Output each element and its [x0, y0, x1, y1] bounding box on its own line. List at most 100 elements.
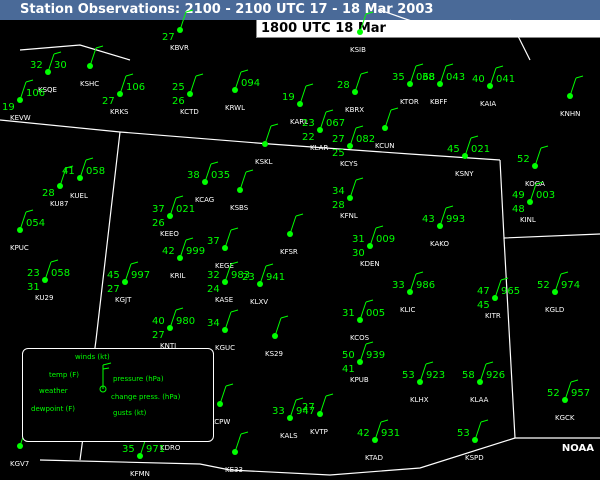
- wind-barb: [384, 109, 392, 129]
- wind-barb: [319, 395, 327, 415]
- dewpoint: 27: [107, 284, 120, 295]
- temperature: 38: [187, 170, 200, 181]
- wind-barb-flag: [495, 65, 504, 69]
- station-kaia: 40 041 KAIA: [472, 65, 515, 108]
- wind-barb-flag: [415, 63, 424, 67]
- station-kfnl: 34 28KFNL: [332, 177, 364, 220]
- temperature: 42: [357, 428, 370, 439]
- station-id: KFSR: [280, 248, 298, 256]
- temperature: 23: [242, 272, 255, 283]
- pressure: 003: [536, 190, 555, 201]
- pressure: 974: [561, 280, 580, 291]
- station-id: KS29: [265, 350, 283, 358]
- dewpoint: 28: [42, 188, 55, 199]
- pressure: 054: [26, 218, 45, 229]
- temperature: 52: [537, 280, 550, 291]
- temperature: 31: [342, 308, 355, 319]
- wind-barb-flag: [225, 383, 234, 387]
- wind-barb-flag: [560, 271, 569, 275]
- station-kbff: 38 043 KBFF: [422, 63, 465, 106]
- station-kctd: 25 26KCTD: [172, 73, 204, 116]
- wind-barb-flag: [500, 277, 509, 281]
- station-kden: 31 30 009 KDEN: [352, 225, 395, 268]
- temperature: 40: [152, 316, 165, 327]
- station-id: KPUB: [350, 376, 369, 384]
- station-klhx: 53 923 KLHX: [402, 361, 445, 404]
- station-id: KU29: [35, 294, 53, 302]
- pressure: 106: [26, 88, 45, 99]
- station-id: KEEO: [160, 230, 179, 238]
- station-id: KPUC: [10, 244, 29, 252]
- wind-barb: [354, 73, 362, 93]
- station-kcos: 31 005 KCOS: [342, 299, 385, 342]
- temperature: 27: [332, 134, 345, 145]
- wind-barb-flag: [570, 379, 579, 383]
- station-kskl: KSKL: [255, 123, 279, 166]
- station-id: KLHX: [410, 396, 429, 404]
- wind-barb-flag: [575, 75, 584, 79]
- station-ku29: 23 31 058 KU29: [27, 259, 70, 302]
- station-id: KGV7: [10, 460, 29, 468]
- station-id: KASE: [215, 296, 233, 304]
- dewpoint: 27: [102, 96, 115, 107]
- pressure: 058: [51, 268, 70, 279]
- temperature: 53: [457, 428, 470, 439]
- wind-barb-flag: [380, 419, 389, 423]
- pressure: 941: [266, 272, 285, 283]
- wind-barb-flag: [130, 261, 139, 265]
- temperature: 23: [27, 268, 40, 279]
- temperature: 50: [342, 350, 355, 361]
- wind-barb-flag: [50, 259, 59, 263]
- temperature: 34: [332, 186, 345, 197]
- wind-barb-flag: [365, 341, 374, 345]
- wind-barb-flag: [470, 135, 479, 139]
- station-id: KINL: [520, 216, 536, 224]
- station-id: KLAR: [310, 144, 328, 152]
- wind-barb-flag: [375, 225, 384, 229]
- wind-barb: [299, 85, 307, 105]
- wind-barb-flag: [355, 177, 364, 181]
- wind-barb-flag: [210, 161, 219, 165]
- station-ksib: KSIB: [350, 11, 374, 54]
- temperature: 32: [30, 60, 43, 71]
- dewpoint: 27: [162, 32, 175, 43]
- temperature: 34: [207, 318, 220, 329]
- station-id: KSBS: [230, 204, 249, 212]
- temperature: 33: [392, 280, 405, 291]
- wind-barb: [179, 11, 187, 31]
- station-id: KNHN: [560, 110, 580, 118]
- pressure: 980: [176, 316, 195, 327]
- dewpoint: 19: [2, 102, 15, 113]
- station-kntj: 4027980KNTJ: [152, 307, 195, 350]
- station-id: KAKO: [430, 240, 449, 248]
- station-kcag: 38 035 KCAG: [187, 161, 230, 204]
- station-id: KBVR: [170, 44, 189, 52]
- station-kfsr: KFSR: [280, 213, 304, 256]
- wind-barb-flag: [485, 361, 494, 365]
- dewpoint: 28: [332, 200, 345, 211]
- station-id: KLAA: [470, 396, 489, 404]
- station-id: KFNL: [340, 212, 358, 220]
- wind-barb-flag: [240, 69, 249, 73]
- wind-barb-flag: [325, 393, 334, 397]
- station-kako: 43 993 KAKO: [422, 205, 465, 248]
- wind-barb-flag: [480, 419, 489, 423]
- pressure: 957: [571, 388, 590, 399]
- wind-barb: [264, 125, 272, 145]
- wind-barb-flag: [355, 125, 364, 129]
- station-id: KCOS: [350, 334, 370, 342]
- station-id: KGJT: [115, 296, 132, 304]
- station-id: KRKS: [110, 108, 129, 116]
- wind-barb-flag: [95, 45, 104, 49]
- wind-barb: [534, 147, 542, 167]
- pressure: 30: [54, 60, 67, 71]
- station-kitr: 47 45 965 KITR: [477, 277, 520, 320]
- wind-barb-flag: [295, 213, 304, 217]
- temperature: 45: [447, 144, 460, 155]
- station-kspd: 53 KSPD: [457, 419, 489, 462]
- wind-barb-flag: [540, 145, 549, 149]
- wind-barb-flag: [175, 195, 184, 199]
- station-krks: 27 106 KRKS: [102, 73, 145, 116]
- dewpoint: 22: [302, 132, 315, 143]
- wind-barb-flag: [415, 271, 424, 275]
